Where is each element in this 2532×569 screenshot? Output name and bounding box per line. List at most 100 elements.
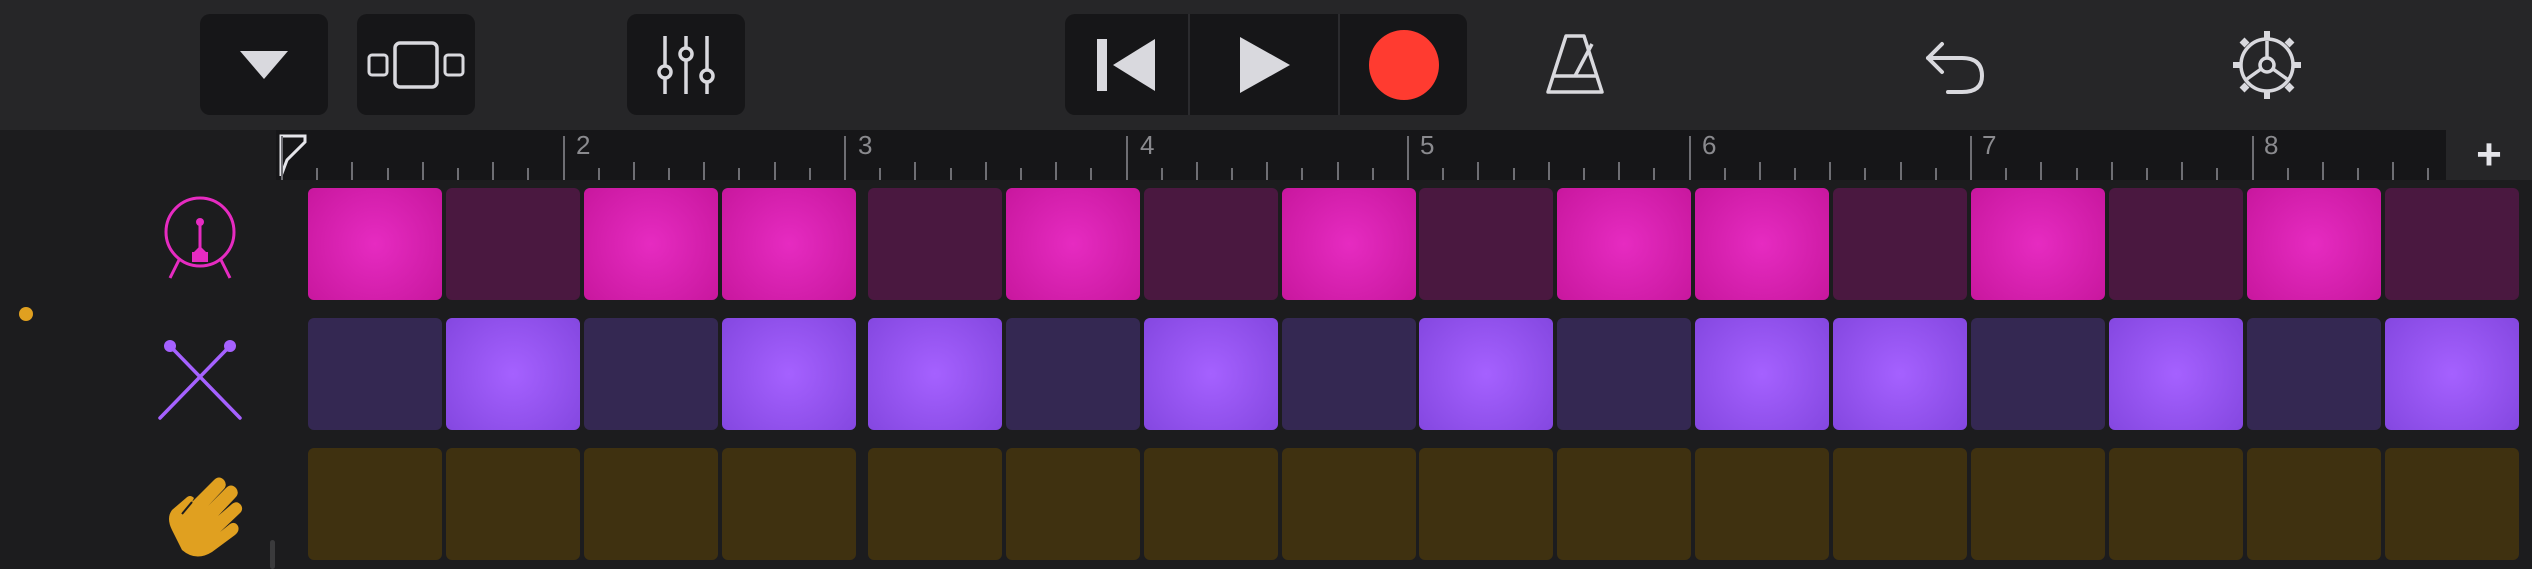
step-sticks-1[interactable] <box>308 318 442 430</box>
browser-dropdown-button[interactable] <box>200 14 328 115</box>
step-clap-13[interactable] <box>1971 448 2105 560</box>
step-clap-8[interactable] <box>1282 448 1416 560</box>
step-clap-11[interactable] <box>1695 448 1829 560</box>
bar-label-2: 2 <box>576 130 591 160</box>
step-bass-drum-8[interactable] <box>1282 188 1416 300</box>
step-bass-drum-3[interactable] <box>584 188 718 300</box>
ruler-step-tick <box>1301 168 1304 180</box>
ruler-step-tick <box>703 162 706 180</box>
step-clap-12[interactable] <box>1833 448 1967 560</box>
bar-label-4: 4 <box>1140 130 1155 160</box>
step-sticks-2[interactable] <box>446 318 580 430</box>
add-section-button[interactable]: + <box>2446 130 2532 180</box>
step-bass-drum-12[interactable] <box>1833 188 1967 300</box>
step-bass-drum-14[interactable] <box>2109 188 2243 300</box>
step-bass-drum-6[interactable] <box>1006 188 1140 300</box>
step-sticks-5[interactable] <box>868 318 1002 430</box>
settings-button[interactable] <box>2222 14 2312 115</box>
ruler-bar-tick <box>844 136 846 180</box>
ruler-step-tick <box>1055 162 1058 180</box>
ruler-step-tick <box>984 162 987 180</box>
step-sticks-3[interactable] <box>584 318 718 430</box>
step-clap-15[interactable] <box>2247 448 2381 560</box>
hand-clap-icon <box>169 477 243 557</box>
step-sticks-16[interactable] <box>2385 318 2519 430</box>
step-clap-4[interactable] <box>722 448 856 560</box>
step-clap-9[interactable] <box>1419 448 1553 560</box>
step-sticks-6[interactable] <box>1006 318 1140 430</box>
skip-back-icon <box>1097 38 1156 91</box>
mixer-button[interactable] <box>627 14 745 115</box>
step-clap-6[interactable] <box>1006 448 1140 560</box>
ruler-step-tick <box>1266 162 1269 180</box>
ruler-step-tick <box>1864 168 1867 180</box>
play-icon <box>1240 36 1291 93</box>
step-sticks-14[interactable] <box>2109 318 2243 430</box>
undo-button[interactable] <box>1910 14 2000 115</box>
step-sticks-15[interactable] <box>2247 318 2381 430</box>
toolbar <box>0 0 2532 130</box>
track-header-clap[interactable] <box>152 460 252 560</box>
step-clap-14[interactable] <box>2109 448 2243 560</box>
ruler-step-tick <box>1195 162 1198 180</box>
plus-icon: + <box>2476 130 2502 179</box>
step-clap-2[interactable] <box>446 448 580 560</box>
ruler-bar-tick <box>1970 136 1972 180</box>
go-to-beginning-button[interactable] <box>1065 14 1190 115</box>
step-sticks-8[interactable] <box>1282 318 1416 430</box>
metronome-button[interactable] <box>1530 14 1620 115</box>
record-button[interactable] <box>1340 14 1467 115</box>
ruler-step-tick <box>1547 162 1550 180</box>
step-sticks-10[interactable] <box>1557 318 1691 430</box>
step-bass-drum-5[interactable] <box>868 188 1002 300</box>
view-toggle-button[interactable] <box>357 14 475 115</box>
bar-label-6: 6 <box>1702 130 1717 160</box>
step-clap-16[interactable] <box>2385 448 2519 560</box>
ruler-step-tick <box>527 168 530 180</box>
ruler-step-tick <box>2110 162 2113 180</box>
play-button[interactable] <box>1190 14 1341 115</box>
step-bass-drum-7[interactable] <box>1144 188 1278 300</box>
ruler-step-tick <box>668 168 671 180</box>
step-clap-7[interactable] <box>1144 448 1278 560</box>
step-bass-drum-2[interactable] <box>446 188 580 300</box>
ruler-step-tick <box>1829 162 1832 180</box>
step-clap-10[interactable] <box>1557 448 1691 560</box>
step-bass-drum-16[interactable] <box>2385 188 2519 300</box>
ruler-step-tick <box>456 168 459 180</box>
ruler-bar-tick <box>562 136 565 180</box>
step-clap-3[interactable] <box>584 448 718 560</box>
bar-label-8: 8 <box>2264 130 2279 160</box>
step-clap-1[interactable] <box>308 448 442 560</box>
timeline-ruler[interactable]: 2 3 4 5 6 7 8 <box>276 130 2446 180</box>
ruler-step-tick <box>2145 168 2148 180</box>
step-bass-drum-11[interactable] <box>1695 188 1829 300</box>
ruler-step-tick <box>2005 168 2008 180</box>
vertical-scrollbar[interactable] <box>270 540 275 569</box>
step-sticks-12[interactable] <box>1833 318 1967 430</box>
ruler-step-tick <box>1723 168 1726 180</box>
step-bass-drum-4[interactable] <box>722 188 856 300</box>
ruler-step-tick <box>1160 168 1163 180</box>
bar-label-3: 3 <box>858 130 873 160</box>
ruler-step-tick <box>316 168 319 180</box>
step-sticks-11[interactable] <box>1695 318 1829 430</box>
ruler-bar-tick <box>1688 136 1691 180</box>
step-sticks-7[interactable] <box>1144 318 1278 430</box>
step-bass-drum-1[interactable] <box>308 188 442 300</box>
step-bass-drum-9[interactable] <box>1419 188 1553 300</box>
step-bass-drum-15[interactable] <box>2247 188 2381 300</box>
track-header-sticks[interactable] <box>150 330 250 430</box>
step-bass-drum-10[interactable] <box>1557 188 1691 300</box>
track-header-bass-drum[interactable] <box>150 188 250 288</box>
step-sticks-9[interactable] <box>1419 318 1553 430</box>
ruler-step-tick <box>421 162 424 180</box>
step-sticks-13[interactable] <box>1971 318 2105 430</box>
step-bass-drum-13[interactable] <box>1971 188 2105 300</box>
ruler-step-tick <box>1934 168 1937 180</box>
ruler-step-tick <box>879 168 882 180</box>
ruler-bar-tick <box>2251 136 2254 180</box>
step-clap-5[interactable] <box>868 448 1002 560</box>
step-sticks-4[interactable] <box>722 318 856 430</box>
ruler-step-tick <box>351 162 354 180</box>
